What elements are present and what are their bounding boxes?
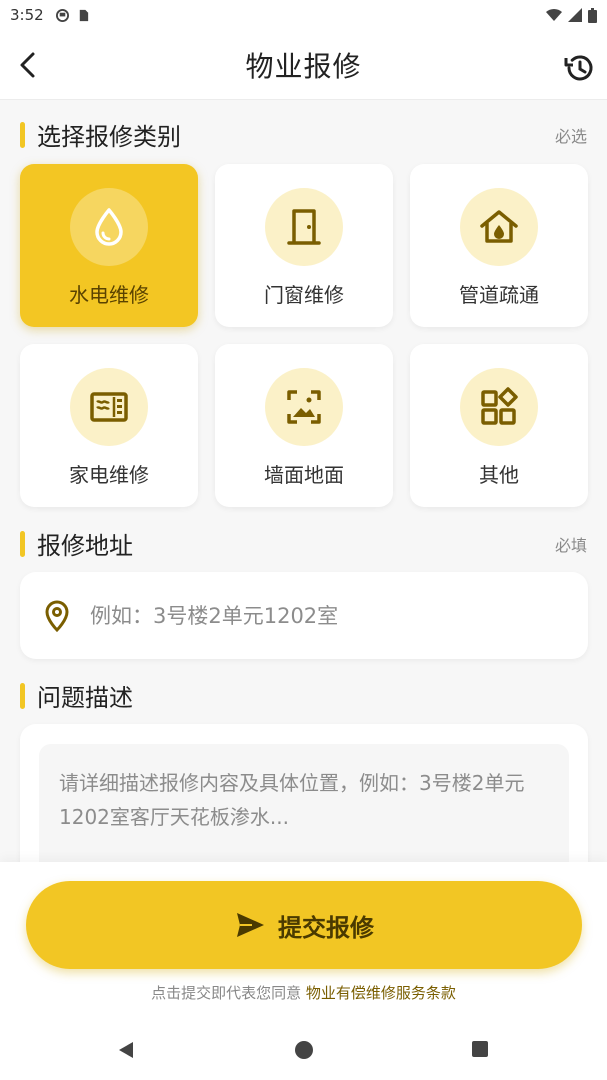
category-wall-floor[interactable]: 墙面地面	[215, 344, 393, 507]
nav-recents-icon[interactable]	[471, 1040, 489, 1058]
system-nav-bar	[0, 1022, 607, 1080]
category-other[interactable]: 其他	[410, 344, 588, 507]
battery-icon	[588, 7, 597, 23]
address-input[interactable]	[90, 603, 530, 628]
history-icon[interactable]	[563, 52, 595, 84]
appliance-icon	[90, 392, 128, 422]
section-marker	[20, 682, 25, 709]
location-pin-icon	[45, 599, 69, 632]
door-icon	[287, 209, 321, 245]
bottom-action-bar: 提交报修 点击提交即代表您同意 物业有偿维修服务条款	[0, 862, 607, 1022]
signal-icon	[568, 8, 582, 22]
category-section-label: 选择报修类别	[37, 123, 181, 151]
category-label: 其他	[479, 463, 519, 487]
terms-link[interactable]: 物业有偿维修服务条款	[306, 984, 456, 1002]
app-header: 物业报修	[0, 30, 607, 100]
terms-prefix: 点击提交即代表您同意	[151, 984, 306, 1002]
wall-image-icon	[287, 390, 321, 424]
category-label: 门窗维修	[264, 283, 344, 307]
sd-card-icon	[79, 9, 88, 21]
terms-notice: 点击提交即代表您同意 物业有偿维修服务条款	[0, 982, 607, 1003]
chevron-left-icon[interactable]	[14, 50, 44, 80]
address-section-header: 报修地址 必填	[20, 526, 587, 561]
category-door-window[interactable]: 门窗维修	[215, 164, 393, 327]
widgets-icon	[481, 387, 518, 425]
nav-back-icon[interactable]	[116, 1040, 136, 1060]
category-label: 墙面地面	[264, 463, 344, 487]
house-icon	[480, 210, 518, 243]
appliance-icon-circle	[70, 368, 148, 446]
water-drop-icon-circle	[70, 188, 148, 266]
wall-image-icon-circle	[265, 368, 343, 446]
address-required-hint: 必填	[554, 535, 587, 555]
water-drop-icon	[95, 208, 123, 246]
category-section-header: 选择报修类别 必选	[20, 117, 587, 152]
category-water-electric[interactable]: 水电维修	[20, 164, 198, 327]
description-section-header: 问题描述	[20, 678, 587, 713]
category-label: 水电维修	[69, 283, 149, 307]
widgets-icon-circle	[460, 368, 538, 446]
wifi-icon	[546, 8, 562, 21]
house-icon-circle	[460, 188, 538, 266]
section-marker	[20, 530, 25, 557]
category-label: 管道疏通	[459, 283, 539, 307]
submit-button[interactable]: 提交报修	[26, 881, 582, 969]
section-marker	[20, 121, 25, 148]
submit-button-label: 提交报修	[278, 914, 374, 942]
door-icon-circle	[265, 188, 343, 266]
app-icon	[55, 8, 69, 22]
description-section-label: 问题描述	[37, 684, 133, 712]
address-section-label: 报修地址	[37, 532, 133, 560]
status-time: 3:52	[10, 6, 44, 24]
nav-home-icon[interactable]	[294, 1040, 314, 1060]
send-icon	[237, 913, 264, 937]
category-appliance[interactable]: 家电维修	[20, 344, 198, 507]
page-title: 物业报修	[245, 49, 362, 83]
address-field[interactable]	[20, 572, 588, 659]
category-pipe-unclog[interactable]: 管道疏通	[410, 164, 588, 327]
status-bar: 3:52	[0, 0, 607, 30]
category-required-hint: 必选	[554, 126, 587, 146]
category-label: 家电维修	[69, 463, 149, 487]
